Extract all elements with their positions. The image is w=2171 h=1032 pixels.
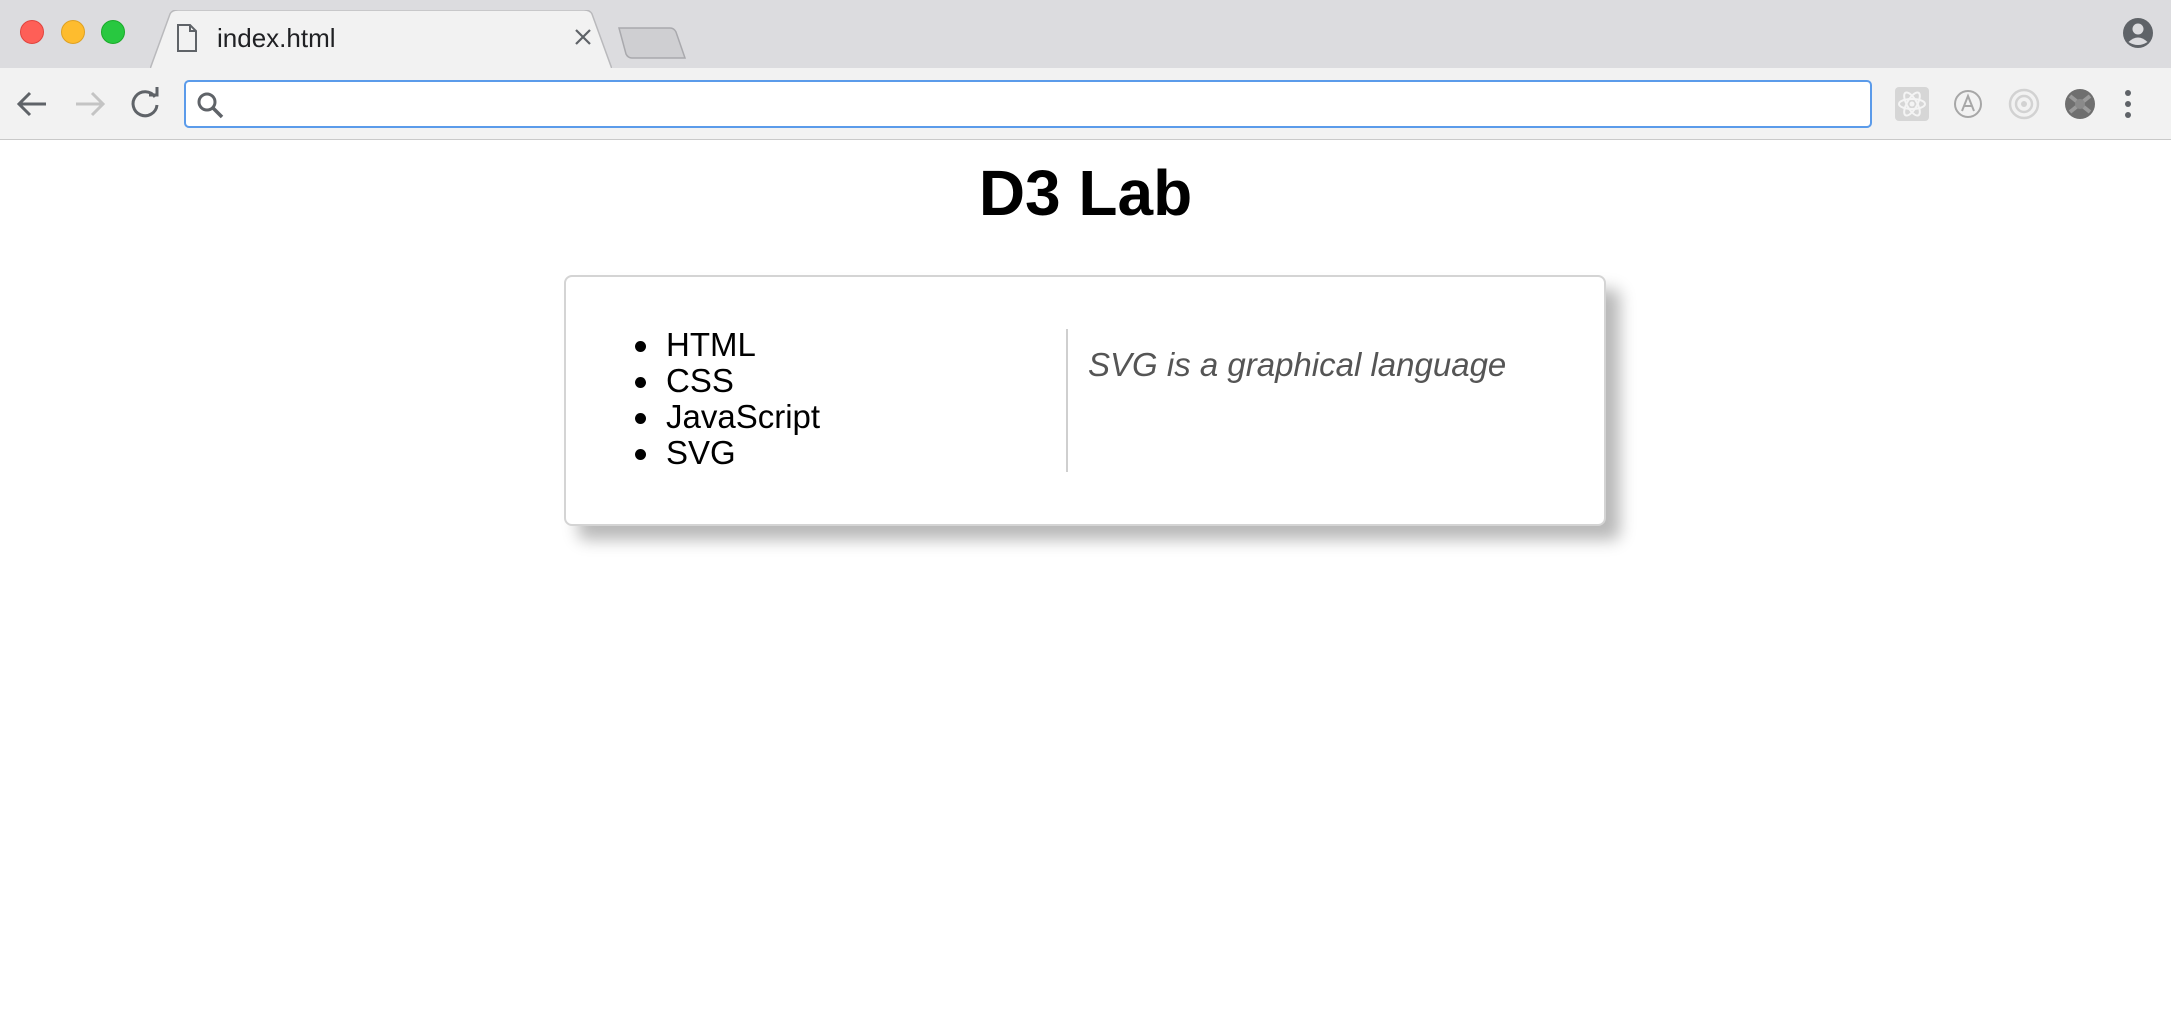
list-item-javascript[interactable]: JavaScript (634, 399, 820, 435)
page-viewport: D3 Lab HTML CSS JavaScript SVG SVG is a … (0, 141, 2171, 1032)
profile-icon[interactable] (2121, 16, 2155, 55)
tab-title: index.html (217, 23, 336, 53)
forward-arrow-icon[interactable] (72, 88, 108, 125)
description-text: SVG is a graphical language (1088, 346, 1507, 383)
back-arrow-icon[interactable] (14, 88, 50, 125)
tech-list: HTML CSS JavaScript SVG (634, 327, 820, 471)
target-icon[interactable] (2006, 86, 2042, 127)
window-close-button[interactable] (20, 20, 44, 44)
kebab-menu-icon[interactable] (2122, 88, 2134, 125)
address-bar[interactable] (184, 80, 1872, 128)
search-icon (196, 91, 224, 124)
list-item-html[interactable]: HTML (634, 327, 820, 363)
puzzle-icon[interactable] (2062, 86, 2098, 127)
reload-icon[interactable] (128, 86, 162, 125)
list-item-css[interactable]: CSS (634, 363, 820, 399)
file-icon (176, 24, 198, 57)
content-card: HTML CSS JavaScript SVG SVG is a graphic… (564, 275, 1606, 526)
window-minimize-button[interactable] (61, 20, 85, 44)
page-title: D3 Lab (978, 157, 1193, 229)
list-item-svg[interactable]: SVG (634, 435, 820, 471)
react-devtools-icon[interactable] (1894, 86, 1930, 127)
a-circle-icon[interactable] (1950, 86, 1986, 127)
address-input[interactable] (236, 88, 1860, 122)
vertical-divider (1066, 329, 1068, 472)
window-maximize-button[interactable] (101, 20, 125, 44)
tab-strip: index.html (0, 0, 2171, 69)
close-icon[interactable] (572, 26, 594, 48)
new-tab-icon[interactable] (618, 26, 687, 65)
